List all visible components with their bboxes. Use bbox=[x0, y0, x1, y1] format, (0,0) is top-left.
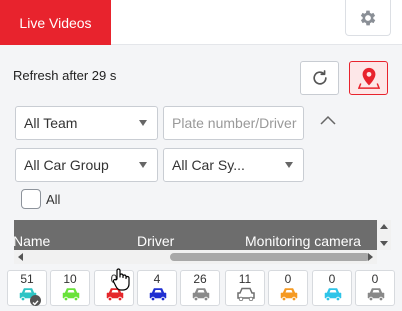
plate-driver-search-input[interactable]: Plate number/Driver bbox=[163, 106, 304, 140]
status-filter-7[interactable]: 0 bbox=[312, 270, 352, 306]
select-all-label: All bbox=[46, 192, 61, 207]
select-all-checkbox[interactable] bbox=[21, 189, 41, 209]
column-header-name[interactable]: Name bbox=[13, 233, 50, 249]
chevron-down-icon bbox=[139, 162, 147, 168]
scroll-right-arrow-icon[interactable] bbox=[368, 253, 373, 261]
status-count: 26 bbox=[193, 272, 207, 286]
status-filter-6[interactable]: 0 bbox=[268, 270, 308, 306]
gear-icon bbox=[360, 10, 376, 25]
status-filter-4[interactable]: 26 bbox=[180, 270, 220, 306]
horizontal-scrollbar-thumb[interactable] bbox=[170, 253, 370, 261]
car-icon bbox=[149, 288, 167, 301]
top-bar: Live Videos bbox=[0, 0, 402, 45]
refresh-countdown: Refresh after 29 s bbox=[13, 68, 117, 83]
check-badge-icon bbox=[30, 295, 41, 306]
status-filter-1[interactable]: 10 bbox=[50, 270, 90, 306]
refresh-button[interactable] bbox=[300, 61, 339, 95]
tab-live-videos[interactable]: Live Videos bbox=[0, 0, 111, 45]
status-count: 0 bbox=[328, 272, 336, 286]
status-count: 10 bbox=[63, 272, 77, 286]
status-filter-0[interactable]: 51 bbox=[7, 270, 47, 306]
car-outline-icon bbox=[237, 287, 255, 301]
column-header-driver[interactable]: Driver bbox=[137, 233, 174, 249]
scroll-left-arrow-icon[interactable] bbox=[18, 253, 23, 261]
collapse-filters-button[interactable] bbox=[318, 112, 338, 128]
car-icon bbox=[192, 288, 210, 301]
status-count: 0 bbox=[284, 272, 292, 286]
status-filter-5[interactable]: 11 bbox=[225, 270, 265, 306]
scroll-down-arrow-icon[interactable] bbox=[380, 241, 388, 246]
car-icon bbox=[367, 288, 385, 301]
settings-button[interactable] bbox=[345, 0, 391, 36]
car-icon bbox=[324, 288, 342, 301]
car-group-select-value: All Car Group bbox=[24, 157, 109, 173]
car-group-select[interactable]: All Car Group bbox=[15, 148, 158, 182]
status-filter-3[interactable]: 4 bbox=[137, 270, 177, 306]
car-icon bbox=[280, 288, 298, 301]
vehicle-table-header: Name Driver Monitoring camera bbox=[13, 220, 377, 250]
refresh-icon bbox=[312, 70, 327, 85]
status-count: 11 bbox=[238, 272, 252, 286]
vertical-scrollbar[interactable] bbox=[377, 220, 391, 250]
horizontal-scrollbar[interactable] bbox=[14, 250, 377, 264]
team-select[interactable]: All Team bbox=[15, 106, 158, 140]
map-location-button[interactable] bbox=[349, 61, 388, 95]
live-videos-panel: Live Videos Refresh after 29 s All Team … bbox=[0, 0, 402, 311]
status-count: 4 bbox=[153, 272, 161, 286]
status-count: 51 bbox=[20, 272, 34, 286]
chevron-down-icon bbox=[139, 120, 147, 126]
car-icon bbox=[106, 288, 124, 301]
status-filter-2[interactable]: 0 bbox=[94, 270, 134, 306]
car-system-select[interactable]: All Car Sy... bbox=[163, 148, 304, 182]
status-count: 0 bbox=[371, 272, 379, 286]
status-filter-8[interactable]: 0 bbox=[355, 270, 395, 306]
status-count: 0 bbox=[110, 272, 118, 286]
map-pin-icon bbox=[357, 67, 380, 89]
column-header-monitoring-camera[interactable]: Monitoring camera bbox=[245, 233, 361, 249]
chevron-down-icon bbox=[285, 162, 293, 168]
chevron-up-icon bbox=[320, 115, 336, 125]
team-select-value: All Team bbox=[24, 115, 78, 131]
scroll-up-arrow-icon[interactable] bbox=[380, 224, 388, 229]
car-icon bbox=[62, 288, 80, 301]
car-system-select-value: All Car Sy... bbox=[172, 157, 245, 173]
